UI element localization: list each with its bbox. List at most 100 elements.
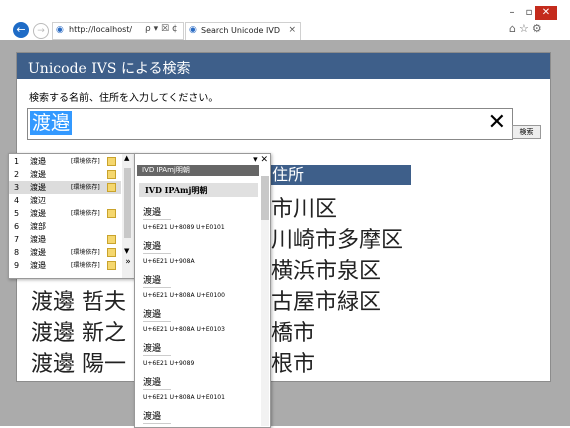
candidate-word: 渡邉 — [30, 261, 46, 270]
candidate-tag: [環境依存] — [71, 158, 100, 165]
candidate-word: 渡邊 — [30, 248, 46, 257]
ivd-glyph: 渡邉 — [143, 205, 171, 220]
ivd-code: U+6E21 U+908A — [143, 258, 195, 265]
candidate-word: 渡邊 — [30, 209, 46, 218]
search-button[interactable]: 検索 — [512, 125, 541, 139]
candidate-word: 渡辺 — [30, 196, 46, 205]
candidate-item[interactable]: 8 渡邊 [環境依存] — [9, 246, 121, 259]
ivd-panel-controls-icon[interactable]: ▾ ✕ — [253, 155, 268, 165]
candidate-number: 8 — [14, 248, 20, 257]
ivd-entry[interactable]: 渡邉 — [143, 409, 253, 424]
tab-title: Search Unicode IVD — [201, 26, 281, 35]
result-row: 渡邊 哲夫 古屋市緑区 — [31, 284, 381, 316]
candidate-word: 渡邊 — [30, 170, 46, 179]
candidate-item[interactable]: 2 渡邊 — [9, 168, 121, 181]
candidate-number: 4 — [14, 196, 20, 205]
tab-close-icon[interactable]: × — [288, 25, 296, 35]
result-address: 横浜市泉区 — [271, 259, 382, 284]
note-icon — [107, 183, 116, 192]
scroll-up-icon[interactable]: ▲ — [124, 154, 129, 162]
ivd-code: U+6E21 U+8089 U+E0101 — [143, 224, 225, 231]
candidate-number: 2 — [14, 170, 20, 179]
ivd-scroll-thumb[interactable] — [261, 176, 269, 220]
page-icon: ◉ — [56, 25, 64, 35]
result-address: 橋市 — [271, 321, 316, 346]
ivd-entry[interactable]: 渡邉 U+6E21 U+808A U+E0103 — [143, 307, 253, 333]
candidate-item[interactable]: 1 渡邉 [環境依存] — [9, 155, 121, 168]
ivd-code: U+6E21 U+808A U+E0103 — [143, 326, 225, 333]
ivd-entry[interactable]: 渡邉 U+6E21 U+808A U+E0100 — [143, 273, 253, 299]
candidate-item[interactable]: 5 渡邊 [環境依存] — [9, 207, 121, 220]
note-icon — [107, 170, 116, 179]
back-icon[interactable]: ← — [13, 22, 29, 38]
note-icon — [107, 235, 116, 244]
ivd-font-label: IVD IPAmj明朝 — [139, 183, 258, 197]
ivd-scrollbar[interactable] — [261, 176, 269, 426]
tab-search-unicode-ivd[interactable]: ◉ Search Unicode IVD × — [185, 22, 301, 40]
ivd-entry[interactable]: 渡邉 U+6E21 U+908A — [143, 239, 253, 265]
ivd-entry[interactable]: 渡邉 U+6E21 U+808A U+E0101 — [143, 375, 253, 401]
clear-icon[interactable]: ✕ — [488, 110, 506, 136]
expand-icon[interactable]: » — [122, 257, 134, 267]
result-row: 渡邊 陽一 根市 — [31, 346, 315, 378]
candidate-item-selected[interactable]: 3 渡邊 [環境依存] — [9, 181, 121, 194]
note-icon — [107, 157, 116, 166]
candidate-number: 7 — [14, 235, 20, 244]
ivd-glyph: 渡邉 — [143, 273, 171, 288]
note-icon — [107, 248, 116, 257]
candidate-tag: [環境依存] — [71, 249, 100, 256]
candidate-item[interactable]: 4 渡辺 — [9, 194, 121, 207]
close-window-button[interactable]: ✕ — [535, 6, 557, 20]
ime-candidate-list: 1 渡邉 [環境依存] 2 渡邊 3 渡邊 [環境依存] 4 渡辺 5 渡邊 [… — [8, 153, 136, 279]
result-name: 渡邊 新之 — [31, 321, 126, 346]
search-input-value[interactable]: 渡邉 — [30, 111, 73, 135]
result-address: 市川区 — [271, 197, 338, 222]
search-input[interactable]: 渡邉 ✕ — [27, 108, 513, 140]
ivd-glyph: 渡邉 — [143, 409, 171, 424]
address-bar[interactable]: ◉ http://localhost/ ρ ▾ ☒ ¢ — [52, 22, 184, 40]
candidate-number: 9 — [14, 261, 20, 270]
address-column-header: 住所 — [249, 165, 411, 185]
ivd-glyph: 渡邉 — [143, 341, 171, 356]
candidate-item[interactable]: 7 渡邉 — [9, 233, 121, 246]
search-prompt: 検索する名前、住所を入力してください。 — [29, 93, 219, 104]
candidate-item[interactable]: 9 渡邉 [環境依存] — [9, 259, 121, 272]
candidate-number: 6 — [14, 222, 20, 231]
candidate-tag: [環境依存] — [71, 210, 100, 217]
result-address: 古屋市緑区 — [271, 290, 382, 315]
candidate-tag: [環境依存] — [71, 262, 100, 269]
ivd-code: U+6E21 U+808A U+E0100 — [143, 292, 225, 299]
home-favorites-settings-icons[interactable]: ⌂☆⚙ — [509, 22, 545, 35]
forward-icon[interactable]: → — [33, 23, 49, 39]
ivd-glyph: 渡邉 — [143, 307, 171, 322]
ivd-code: U+6E21 U+9089 — [143, 360, 195, 367]
result-name: 渡邊 陽一 — [31, 352, 126, 377]
address-url[interactable]: http://localhost/ — [69, 25, 132, 34]
result-row: 渡邊 新之 橋市 — [31, 315, 315, 347]
minimize-button[interactable]: – — [504, 6, 520, 20]
candidate-number: 5 — [14, 209, 20, 218]
ivd-code: U+6E21 U+808A U+E0101 — [143, 394, 225, 401]
result-address: 川崎市多摩区 — [271, 228, 404, 253]
page-title: Unicode IVS による検索 — [28, 61, 191, 77]
note-icon — [107, 261, 116, 270]
scroll-thumb[interactable] — [124, 168, 131, 238]
candidate-item[interactable]: 6 渡部 — [9, 220, 121, 233]
note-icon — [107, 209, 116, 218]
tab-icon: ◉ — [189, 25, 197, 35]
panel-header: Unicode IVS による検索 — [17, 53, 550, 79]
candidate-word: 渡邊 — [30, 183, 46, 192]
ivd-variant-panel: IVD IPAmj明朝 ▾ ✕ IVD IPAmj明朝 渡邉 U+6E21 U+… — [134, 153, 271, 428]
scroll-down-icon[interactable]: ▼ — [124, 247, 129, 255]
ivd-panel-title: IVD IPAmj明朝 — [137, 165, 259, 176]
ivd-panel-titlebar: IVD IPAmj明朝 ▾ ✕ — [135, 154, 270, 176]
candidate-word: 渡邉 — [30, 157, 46, 166]
result-name: 渡邊 哲夫 — [31, 290, 126, 315]
ivd-entry[interactable]: 渡邉 U+6E21 U+9089 — [143, 341, 253, 367]
address-tools-icon[interactable]: ρ ▾ ☒ ¢ — [145, 24, 178, 34]
ivd-glyph: 渡邉 — [143, 239, 171, 254]
candidate-word: 渡部 — [30, 222, 46, 231]
ivd-entry[interactable]: 渡邉 U+6E21 U+8089 U+E0101 — [143, 205, 253, 231]
browser-chrome: – ▫ ✕ ← → ◉ http://localhost/ ρ ▾ ☒ ¢ ◉ … — [0, 0, 570, 40]
candidate-number: 1 — [14, 157, 20, 166]
